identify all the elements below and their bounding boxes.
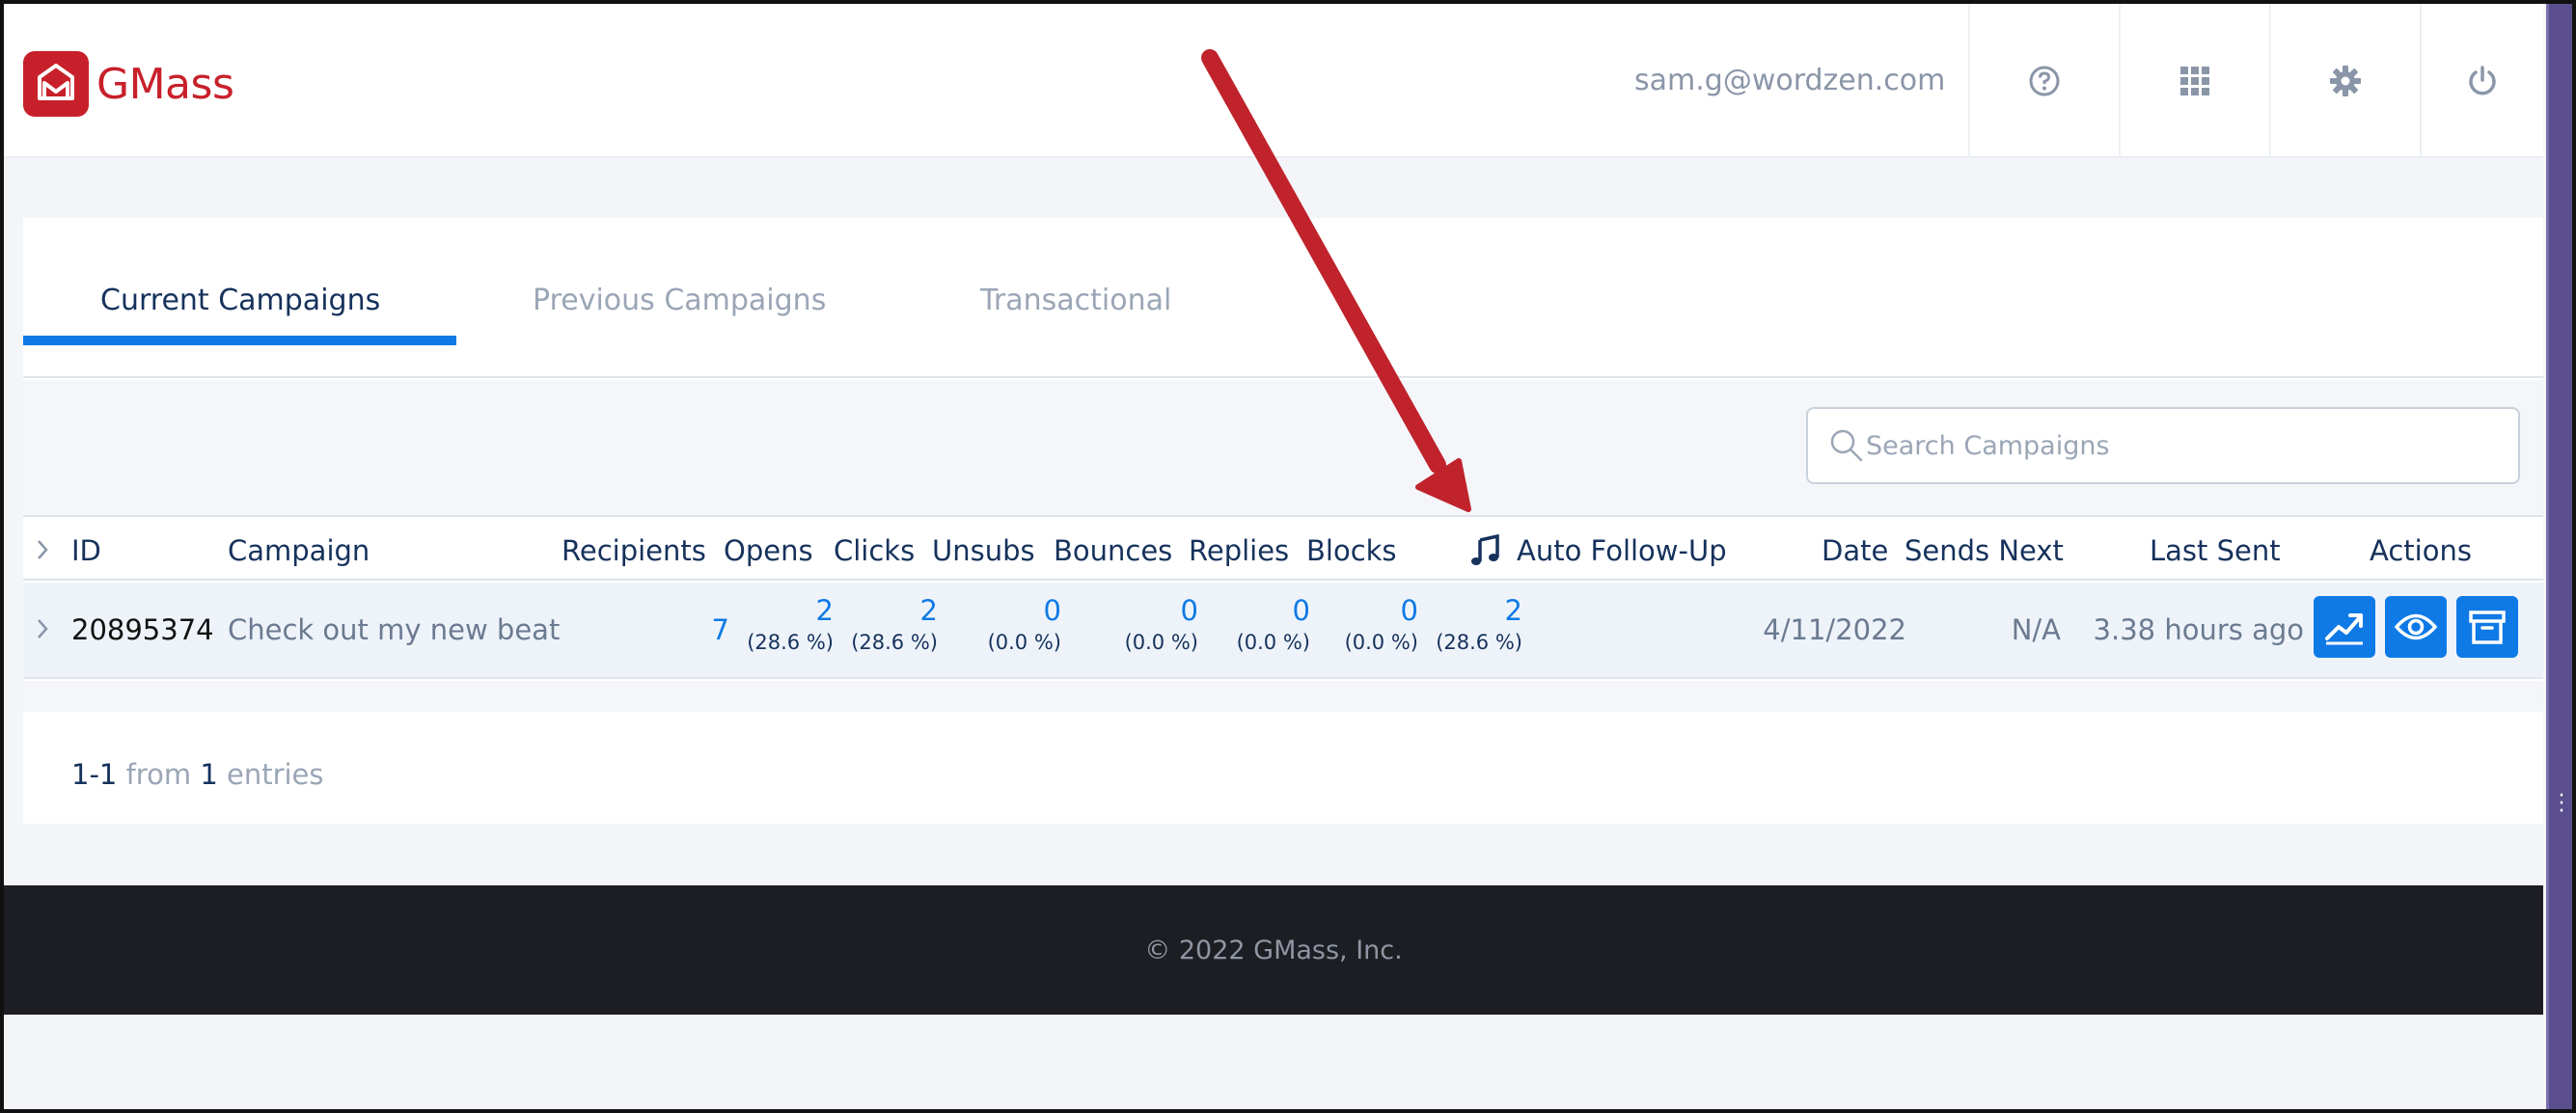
cell-date: 4/11/2022 — [1763, 613, 1906, 646]
logout-button[interactable] — [2420, 4, 2543, 158]
col-header-campaign[interactable]: Campaign — [228, 534, 370, 567]
cell-id: 20895374 — [71, 613, 214, 646]
view-eye-icon — [2394, 613, 2438, 640]
reports-chart-icon — [2325, 613, 2363, 645]
music-note-icon — [1471, 534, 1499, 565]
page-footer: © 2022 GMass, Inc. — [4, 885, 2543, 1015]
gmass-logo-icon — [23, 51, 89, 117]
brand-name: GMass — [96, 59, 234, 109]
cell-last-sent: 3.38 hours ago — [2093, 613, 2304, 646]
col-header-blocks[interactable]: Blocks — [1306, 534, 1397, 567]
user-email[interactable]: sam.g@wordzen.com — [1634, 64, 1945, 97]
cell-replies[interactable]: 0 (0.0 %) — [1237, 594, 1310, 654]
clicks-percent: (28.6 %) — [851, 631, 938, 654]
apps-grid-icon — [2180, 67, 2209, 95]
table-header: ID Campaign Recipients Opens Clicks Unsu… — [23, 519, 2543, 581]
help-button[interactable] — [1968, 4, 2119, 158]
bounces-percent: (0.0 %) — [1124, 631, 1198, 654]
campaign-tabs: Current Campaigns Previous Campaigns Tra… — [23, 218, 2543, 378]
expand-all-chevron-icon[interactable] — [35, 538, 50, 561]
power-icon — [2469, 66, 2496, 95]
auto-follow-up-count[interactable]: 2 — [1436, 594, 1522, 627]
reports-button[interactable] — [2314, 596, 2375, 658]
col-header-recipients[interactable]: Recipients — [562, 534, 706, 567]
tab-current-campaigns[interactable]: Current Campaigns — [100, 284, 380, 317]
unsubs-count[interactable]: 0 — [988, 594, 1061, 627]
col-header-id[interactable]: ID — [71, 534, 101, 567]
cell-opens[interactable]: 2 (28.6 %) — [747, 594, 834, 654]
replies-count[interactable]: 0 — [1237, 594, 1310, 627]
clicks-count[interactable]: 2 — [851, 594, 938, 627]
table-toolbar — [23, 380, 2543, 517]
col-header-replies[interactable]: Replies — [1189, 534, 1289, 567]
archive-box-icon — [2469, 611, 2506, 644]
table-row[interactable]: 20895374 Check out my new beat 7 2 (28.6… — [23, 583, 2543, 679]
col-header-clicks[interactable]: Clicks — [834, 534, 915, 567]
col-header-opens[interactable]: Opens — [724, 534, 813, 567]
pagination-range: 1-1 — [71, 758, 118, 791]
tab-transactional[interactable]: Transactional — [980, 284, 1171, 317]
cell-unsubs[interactable]: 0 (0.0 %) — [988, 594, 1061, 654]
auto-follow-up-percent: (28.6 %) — [1436, 631, 1522, 654]
replies-percent: (0.0 %) — [1236, 631, 1310, 654]
cell-auto-follow-up[interactable]: 2 (28.6 %) — [1436, 594, 1522, 654]
col-header-bounces[interactable]: Bounces — [1054, 534, 1172, 567]
expand-row-chevron-icon[interactable] — [35, 617, 50, 640]
side-panel-strip — [2546, 0, 2576, 1113]
pagination-info: 1-1 from 1 entries — [71, 758, 324, 791]
unsubs-percent: (0.0 %) — [987, 631, 1061, 654]
col-header-date[interactable]: Date — [1822, 534, 1888, 567]
cell-recipients[interactable]: 7 — [712, 613, 729, 646]
blocks-percent: (0.0 %) — [1344, 631, 1418, 654]
cell-campaign-subject[interactable]: Check out my new beat — [228, 613, 560, 646]
help-icon — [2029, 66, 2060, 96]
top-header: GMass sam.g@wordzen.com — [4, 4, 2543, 158]
col-header-unsubs[interactable]: Unsubs — [932, 534, 1035, 567]
settings-button[interactable] — [2269, 4, 2420, 158]
cell-sends-next: N/A — [2011, 613, 2061, 646]
search-box — [1806, 407, 2520, 484]
view-button[interactable] — [2385, 596, 2447, 658]
side-panel-handle-icon[interactable]: · · · — [2555, 786, 2568, 823]
cell-bounces[interactable]: 0 (0.0 %) — [1125, 594, 1198, 654]
blocks-count[interactable]: 0 — [1345, 594, 1418, 627]
active-tab-indicator — [23, 336, 456, 345]
cell-clicks[interactable]: 2 (28.6 %) — [851, 594, 938, 654]
col-header-sends-next[interactable]: Sends Next — [1905, 534, 2064, 567]
opens-count[interactable]: 2 — [747, 594, 834, 627]
cell-blocks[interactable]: 0 (0.0 %) — [1345, 594, 1418, 654]
search-icon — [1830, 429, 1863, 462]
pagination-from-label: from — [125, 758, 192, 791]
campaigns-card: Current Campaigns Previous Campaigns Tra… — [23, 218, 2543, 824]
pagination-total: 1 — [200, 758, 218, 791]
col-header-last-sent[interactable]: Last Sent — [2150, 534, 2281, 567]
bounces-count[interactable]: 0 — [1125, 594, 1198, 627]
footer-copyright: © 2022 GMass, Inc. — [1144, 935, 1403, 965]
pagination-entries-label: entries — [226, 758, 324, 791]
gmass-logo[interactable]: GMass — [23, 50, 234, 118]
tab-previous-campaigns[interactable]: Previous Campaigns — [533, 284, 826, 317]
search-input[interactable] — [1866, 419, 2503, 473]
col-header-auto-follow-up[interactable]: Auto Follow-Up — [1517, 534, 1727, 567]
apps-button[interactable] — [2119, 4, 2269, 158]
archive-button[interactable] — [2456, 596, 2518, 658]
opens-percent: (28.6 %) — [747, 631, 834, 654]
table-bottom-spacer — [23, 681, 2543, 712]
col-header-actions: Actions — [2370, 534, 2472, 567]
settings-gear-icon — [2330, 66, 2361, 96]
